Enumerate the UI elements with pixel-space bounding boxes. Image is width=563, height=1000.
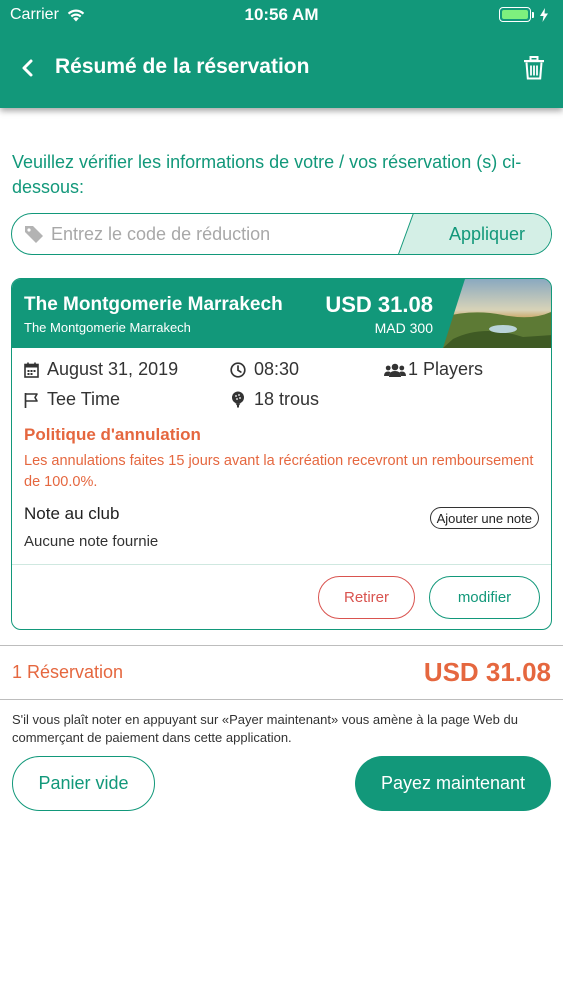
clock-icon xyxy=(230,361,246,378)
calendar-icon xyxy=(24,362,39,378)
cancellation-policy-text: Les annulations faites 15 jours avant la… xyxy=(24,453,534,490)
battery-icon xyxy=(499,7,531,22)
trash-icon[interactable] xyxy=(523,56,545,80)
booking-holes: 18 trous xyxy=(230,389,319,410)
card-divider xyxy=(12,564,551,565)
booking-type: Tee Time xyxy=(24,389,120,410)
booking-date: August 31, 2019 xyxy=(24,359,178,380)
users-icon xyxy=(384,363,406,377)
booking-holes-text: 18 trous xyxy=(254,389,320,409)
reservation-count: 1 Réservation xyxy=(12,662,124,682)
booking-time: 08:30 xyxy=(230,359,299,380)
promo-code-field: Appliquer xyxy=(11,213,552,255)
booking-date-text: August 31, 2019 xyxy=(47,359,179,379)
reservation-total: USD 31.08 xyxy=(423,657,551,687)
tag-icon xyxy=(25,226,43,243)
summary-divider-bottom xyxy=(0,699,563,700)
promo-input-wrapper xyxy=(12,214,413,254)
app-header: Carrier 10:56 AM Résumé de la réservatio… xyxy=(0,0,563,108)
status-time: 10:56 AM xyxy=(244,5,319,24)
empty-cart-button[interactable]: Panier vide xyxy=(12,756,155,811)
course-name: The Montgomerie Marrakech xyxy=(24,294,283,315)
booking-type-text: Tee Time xyxy=(47,389,121,409)
promo-code-input[interactable] xyxy=(51,223,391,245)
flag-icon xyxy=(24,392,38,408)
modify-button[interactable]: modifier xyxy=(429,576,540,619)
booking-time-text: 08:30 xyxy=(254,359,300,379)
charging-icon xyxy=(540,7,548,22)
booking-players: 1 Players xyxy=(384,359,483,380)
summary-divider-top xyxy=(0,645,563,646)
cancellation-policy-title: Politique d'annulation xyxy=(24,425,201,444)
payment-disclaimer: S'il vous plaît noter en appuyant sur «P… xyxy=(12,712,518,745)
booking-card: The Montgomerie Marrakech The Montgomeri… xyxy=(11,278,552,630)
apply-button[interactable]: Appliquer xyxy=(413,214,551,254)
booking-players-text: 1 Players xyxy=(408,359,484,379)
battery-indicator xyxy=(499,7,549,22)
course-photo xyxy=(443,279,551,348)
booking-card-header: The Montgomerie Marrakech The Montgomeri… xyxy=(12,279,551,348)
chevron-left-icon[interactable] xyxy=(18,58,38,78)
price-usd: USD 31.08 xyxy=(325,292,433,317)
pay-now-button[interactable]: Payez maintenant xyxy=(355,756,551,811)
remove-button[interactable]: Retirer xyxy=(318,576,415,619)
golf-ball-icon xyxy=(232,391,244,408)
add-note-button[interactable]: Ajouter une note xyxy=(429,507,539,529)
intro-text: Veuillez vérifier les informations de vo… xyxy=(12,152,522,197)
apply-button-label: Appliquer xyxy=(448,223,526,244)
page-title: Résumé de la réservation xyxy=(55,55,310,78)
price-mad: MAD 300 xyxy=(374,320,433,336)
status-bar: Carrier 10:56 AM xyxy=(0,0,563,30)
club-note-text: Aucune note fournie xyxy=(24,533,159,550)
course-subtitle: The Montgomerie Marrakech xyxy=(24,320,191,335)
club-note-title: Note au club xyxy=(24,504,120,523)
